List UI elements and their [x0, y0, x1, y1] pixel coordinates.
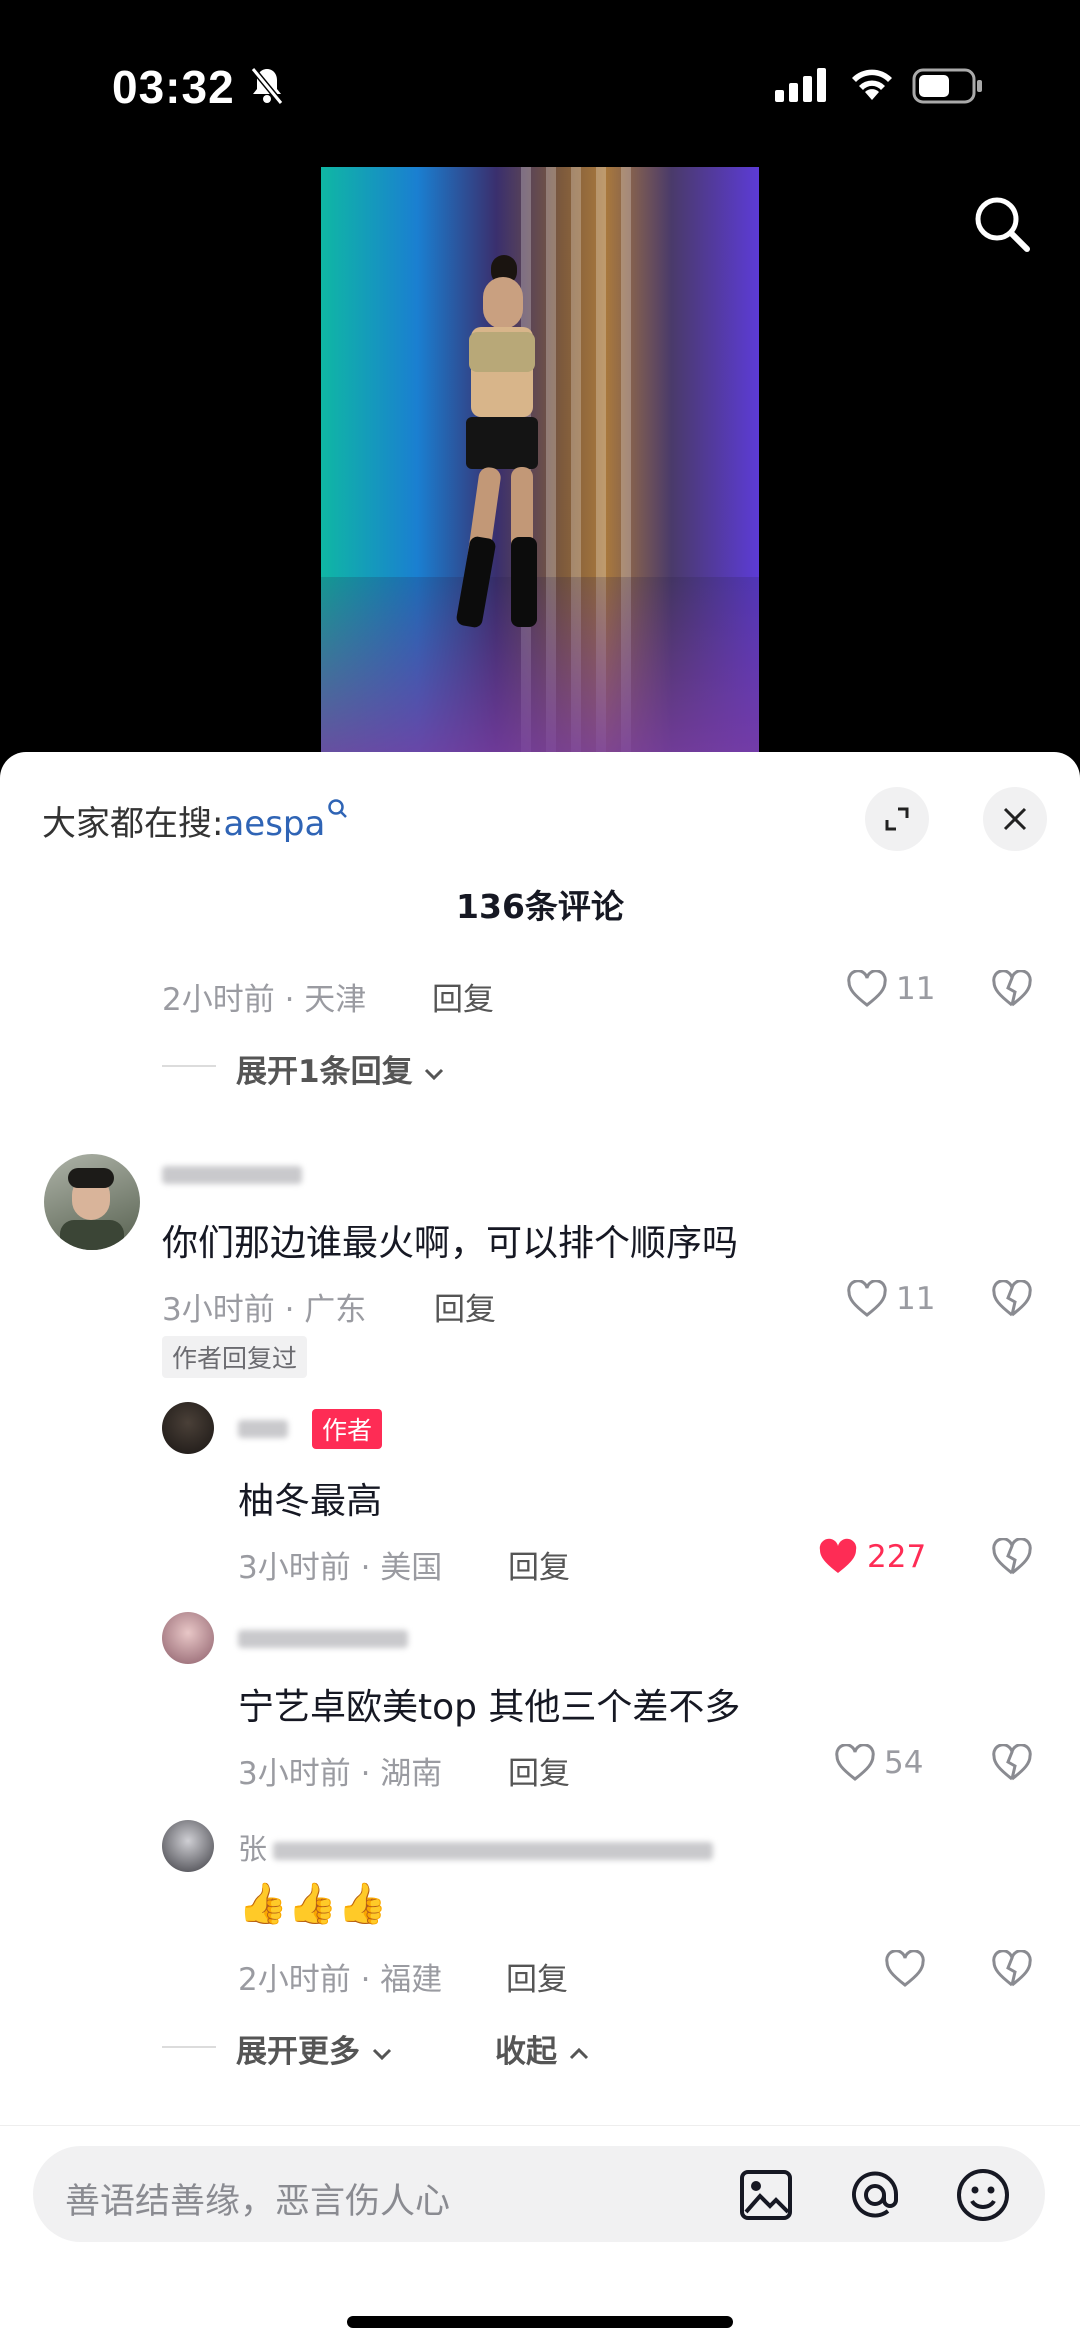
collapse-button[interactable]: 收起	[495, 2026, 590, 2071]
comment-text: 柚冬最高	[238, 1481, 383, 1522]
close-icon	[1003, 807, 1027, 831]
wifi-icon	[848, 64, 896, 106]
search-suggestion[interactable]: 大家都在搜:aespa	[42, 796, 349, 845]
comment-text: 你们那边谁最火啊，可以排个顺序吗	[162, 1223, 739, 1264]
at-icon	[852, 2171, 899, 2218]
video-player[interactable]	[321, 167, 759, 757]
avatar[interactable]	[162, 1612, 214, 1664]
author-badge: 作者	[312, 1409, 383, 1449]
image-button[interactable]	[738, 2168, 794, 2226]
like-button[interactable]: 227	[817, 1538, 926, 1576]
comment-meta: 2小时前 · 福建	[238, 1962, 443, 1998]
battery-icon	[912, 68, 984, 108]
silent-bell-icon	[250, 66, 284, 110]
reply-button[interactable]: 回复	[506, 1954, 568, 1999]
comments-sheet: 大家都在搜:aespa 136条评论 2小时前 · 天津 回复 11 展开1条回…	[0, 752, 1080, 2348]
chevron-up-icon	[569, 2047, 588, 2060]
like-count: 54	[884, 1745, 924, 1781]
dislike-button[interactable]	[991, 969, 1033, 1012]
like-count: 227	[867, 1539, 927, 1575]
expand-more-button[interactable]: 展开更多	[236, 2026, 393, 2071]
author-replied-tag: 作者回复过	[162, 1336, 308, 1378]
dislike-button[interactable]	[991, 1279, 1033, 1322]
chevron-down-icon	[425, 1068, 444, 1081]
close-button[interactable]	[983, 787, 1047, 851]
heart-outline-icon	[885, 1950, 925, 1987]
avatar[interactable]	[162, 1402, 214, 1454]
search-suggestion-prefix: 大家都在搜:	[42, 804, 224, 844]
like-count: 11	[896, 971, 936, 1007]
emoji-icon	[957, 2169, 1009, 2221]
comment-input-placeholder: 善语结善缘，恶言伤人心	[65, 2182, 451, 2222]
reply-button[interactable]: 回复	[432, 974, 494, 1019]
username-visible-prefix: 张	[238, 1832, 268, 1866]
fullscreen-button[interactable]	[865, 787, 929, 851]
comment-meta: 3小时前 · 美国	[238, 1550, 443, 1586]
username[interactable]	[238, 1620, 408, 1654]
comment-meta: 2小时前 · 天津	[162, 982, 367, 1018]
like-button[interactable]: 54	[834, 1744, 923, 1782]
status-bar: 03:32	[0, 0, 1080, 170]
comment-input-bar: 善语结善缘，恶言伤人心	[0, 2125, 1080, 2349]
divider-line	[162, 2046, 216, 2048]
expand-icon	[885, 807, 909, 831]
like-button[interactable]: 11	[846, 970, 935, 1008]
expand-replies-label: 展开1条回复	[236, 1054, 413, 1090]
dislike-button[interactable]	[991, 1949, 1033, 1992]
like-count: 11	[896, 1281, 936, 1317]
broken-heart-icon	[992, 1949, 1032, 1987]
reply-button[interactable]: 回复	[508, 1542, 570, 1587]
heart-filled-icon	[819, 1538, 857, 1573]
broken-heart-icon	[992, 1743, 1032, 1781]
heart-outline-icon	[847, 1280, 887, 1317]
heart-outline-icon	[847, 970, 887, 1007]
dislike-button[interactable]	[991, 1537, 1033, 1580]
home-indicator	[347, 2316, 733, 2328]
search-icon[interactable]	[972, 194, 1032, 258]
comment-count: 136条评论	[456, 887, 624, 926]
like-button[interactable]: 11	[846, 1280, 935, 1318]
comment-text: 宁艺卓欧美top 其他三个差不多	[238, 1687, 741, 1728]
comment-meta: 3小时前 · 湖南	[238, 1756, 443, 1792]
chevron-down-icon	[372, 2048, 391, 2061]
search-mini-icon	[328, 799, 348, 818]
broken-heart-icon	[992, 1279, 1032, 1317]
broken-heart-icon	[992, 1537, 1032, 1575]
username[interactable]: 张	[238, 1826, 714, 1868]
expand-replies-button[interactable]: 展开1条回复	[236, 1046, 445, 1091]
heart-outline-icon	[835, 1744, 875, 1781]
collapse-label: 收起	[495, 2034, 557, 2070]
comment-meta: 3小时前 · 广东	[162, 1292, 367, 1328]
username[interactable]	[162, 1156, 302, 1190]
image-icon	[740, 2170, 792, 2220]
status-time: 03:32	[112, 61, 235, 113]
reply-button[interactable]: 回复	[434, 1284, 496, 1329]
dislike-button[interactable]	[991, 1743, 1033, 1786]
emoji-button[interactable]	[954, 2166, 1012, 2228]
comment-text: 👍👍👍	[238, 1881, 388, 1927]
search-suggestion-keyword[interactable]: aespa	[223, 804, 325, 844]
expand-more-label: 展开更多	[236, 2034, 360, 2070]
avatar[interactable]	[162, 1820, 214, 1872]
cellular-signal-icon	[775, 68, 827, 106]
like-button[interactable]	[884, 1950, 934, 1988]
reply-button[interactable]: 回复	[508, 1748, 570, 1793]
username[interactable]	[238, 1410, 288, 1444]
divider-line	[162, 1065, 216, 1067]
mention-button[interactable]	[846, 2166, 904, 2228]
avatar[interactable]	[44, 1154, 140, 1250]
broken-heart-icon	[992, 969, 1032, 1007]
